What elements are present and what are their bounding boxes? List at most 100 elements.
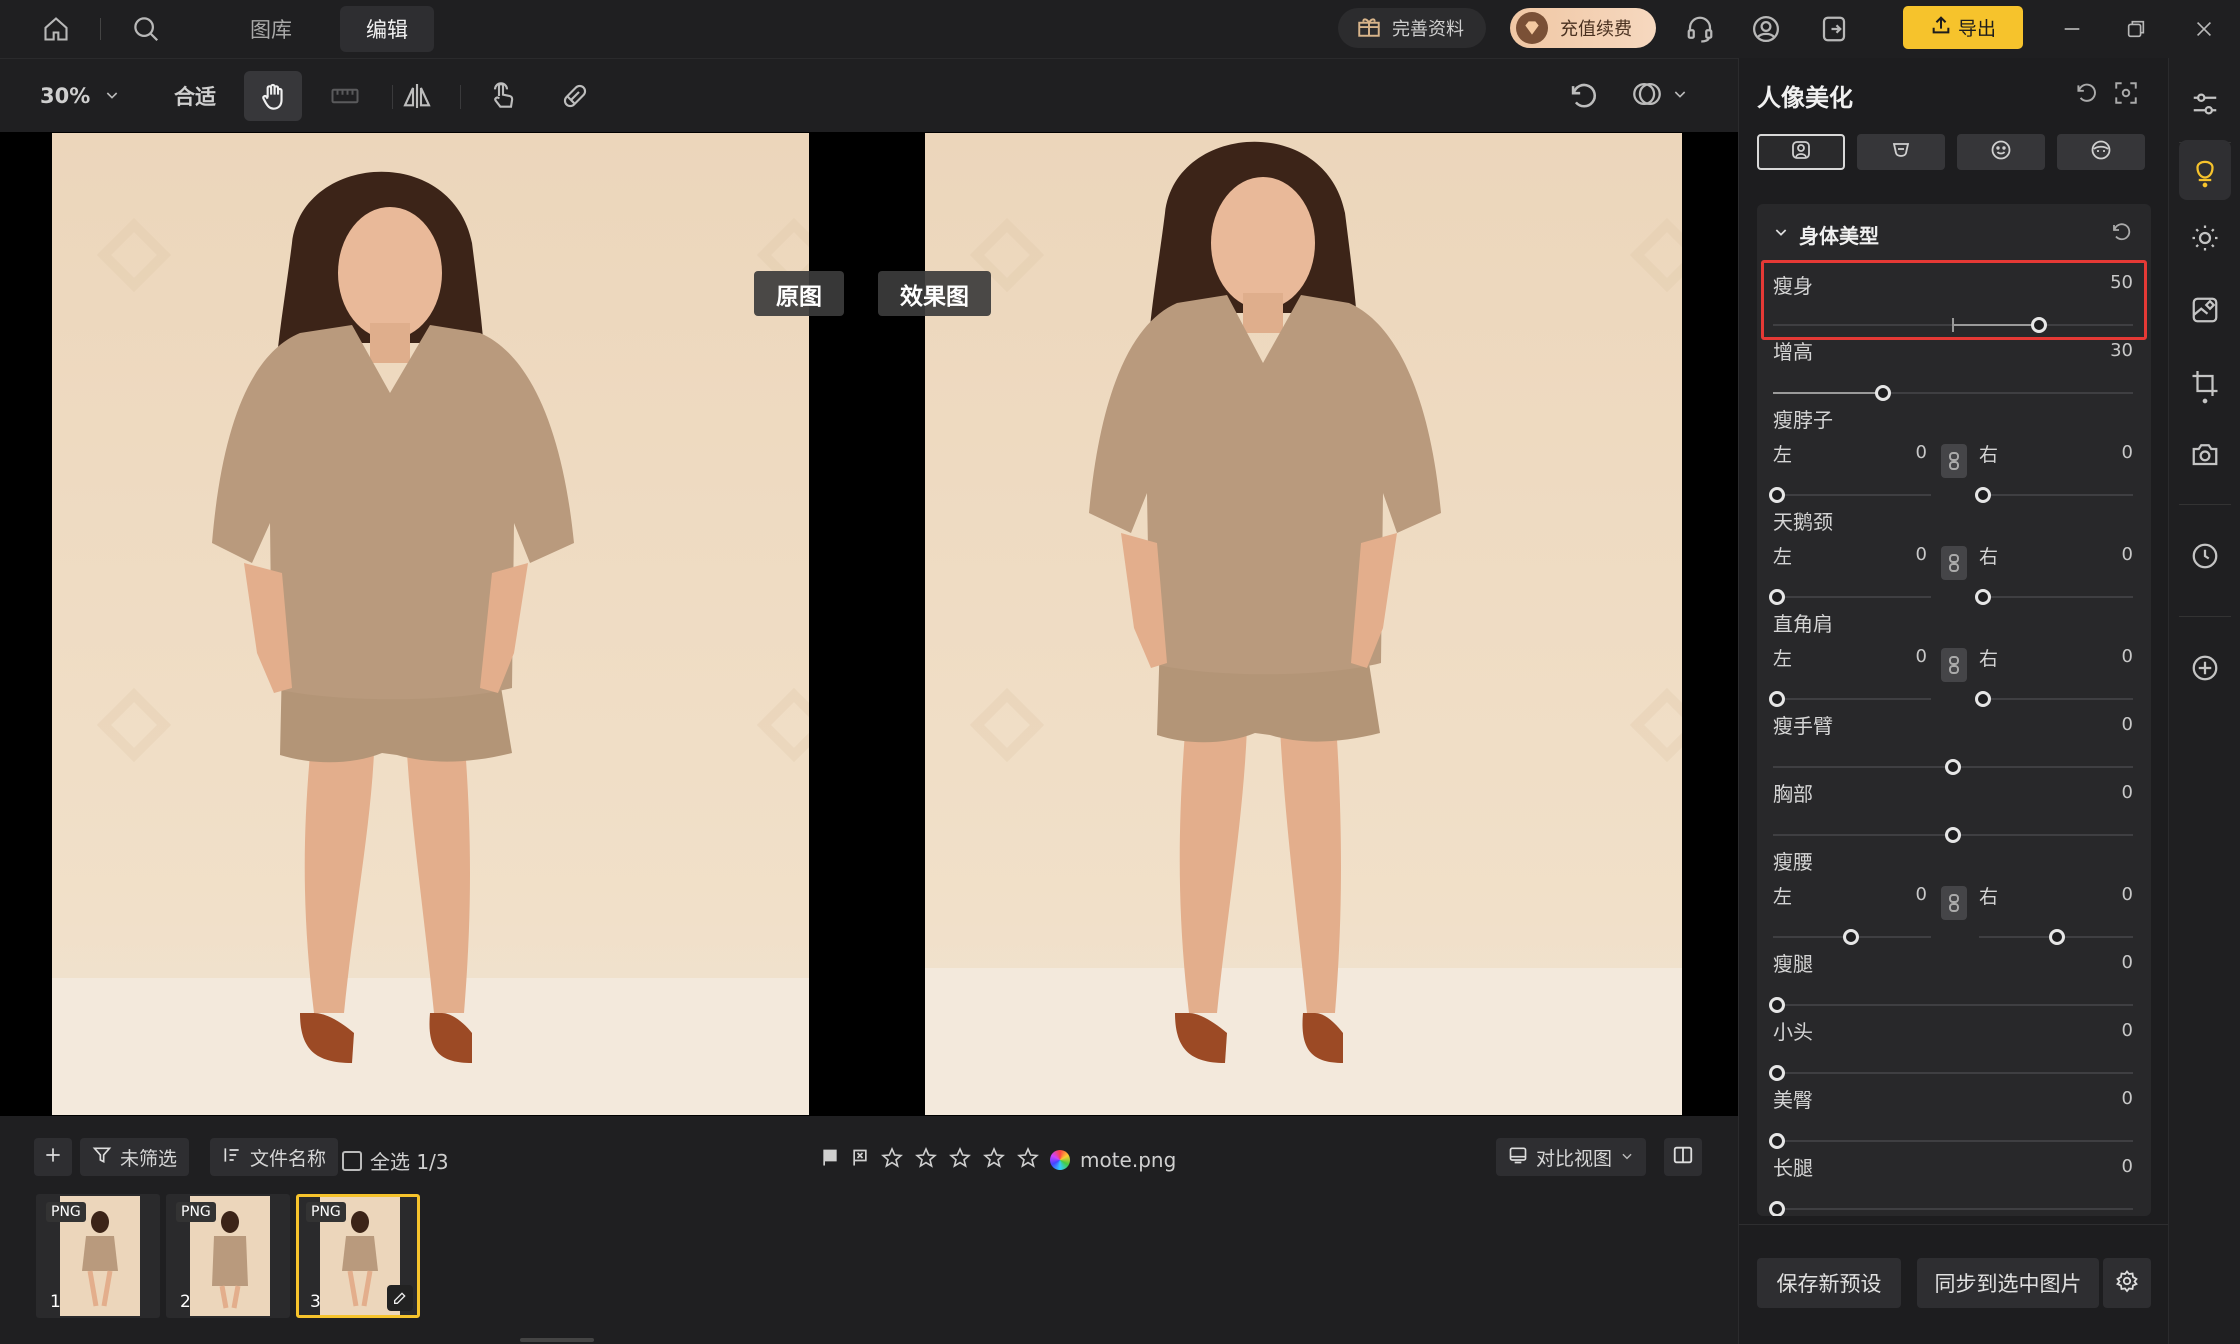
tab-edit[interactable]: 编辑	[340, 6, 434, 52]
camera-icon[interactable]	[2179, 428, 2231, 480]
tab-features[interactable]	[1957, 134, 2045, 170]
face-shape-icon	[1889, 138, 1913, 166]
slider-knob[interactable]	[1843, 929, 1859, 945]
portrait-beauty-icon[interactable]	[2179, 140, 2231, 200]
link-icon[interactable]	[1941, 444, 1967, 478]
close-icon[interactable]	[2184, 9, 2224, 49]
reject-flag-icon[interactable]	[850, 1148, 870, 1172]
user-icon[interactable]	[1746, 9, 1786, 49]
thumbnail-1[interactable]: PNG 1	[36, 1194, 160, 1318]
split-view-button[interactable]	[1664, 1138, 1702, 1176]
recharge-button[interactable]: 充值续费	[1510, 8, 1656, 48]
tab-body[interactable]	[1757, 134, 1845, 170]
slim-neck-right-slider[interactable]	[1979, 494, 2133, 496]
tab-gallery[interactable]: 图库	[224, 6, 318, 52]
link-icon[interactable]	[1941, 886, 1967, 920]
slider-knob[interactable]	[1975, 487, 1991, 503]
logout-icon[interactable]	[1814, 9, 1854, 49]
slider-knob[interactable]	[1769, 1201, 1785, 1216]
zoom-select[interactable]: 30%	[40, 59, 120, 133]
headset-icon[interactable]	[1680, 9, 1720, 49]
slider-knob[interactable]	[1769, 691, 1785, 707]
compare-view-select[interactable]: 对比视图	[1496, 1138, 1647, 1176]
hand-tool-icon[interactable]	[244, 71, 302, 121]
flag-icon[interactable]	[820, 1148, 840, 1172]
complete-profile-button[interactable]: 完善资料	[1338, 8, 1486, 48]
slider-knob[interactable]	[2031, 317, 2047, 333]
slider-knob[interactable]	[1945, 759, 1961, 775]
height-label: 增高	[1773, 340, 1813, 364]
filmstrip-scrollbar[interactable]	[520, 1338, 594, 1342]
chevron-down-icon[interactable]	[1773, 224, 1789, 244]
slider-knob[interactable]	[1769, 487, 1785, 503]
divider	[2179, 504, 2231, 505]
adjust-sliders-icon[interactable]	[2179, 78, 2231, 130]
minimize-icon[interactable]	[2052, 9, 2092, 49]
tab-face-shape[interactable]	[1857, 134, 1945, 170]
eraser-icon[interactable]	[546, 71, 604, 121]
star-icon-1[interactable]	[880, 1146, 904, 1174]
slider-knob[interactable]	[1975, 691, 1991, 707]
slider-knob[interactable]	[1975, 589, 1991, 605]
settings-button[interactable]	[2103, 1258, 2151, 1308]
left-label: 左	[1773, 546, 1793, 568]
color-label-icon[interactable]	[1050, 1150, 1070, 1170]
original-photo	[52, 133, 809, 1115]
overlay-select[interactable]	[1630, 59, 1688, 133]
long-leg-slider[interactable]	[1773, 1208, 2133, 1210]
brightness-icon[interactable]	[2179, 212, 2231, 264]
star-icon-3[interactable]	[948, 1146, 972, 1174]
add-circle-icon[interactable]	[2179, 642, 2231, 694]
left-label: 左	[1773, 444, 1793, 466]
link-icon[interactable]	[1941, 546, 1967, 580]
thumbnail-number: 1	[50, 1292, 61, 1312]
compare-icon[interactable]	[2113, 80, 2139, 110]
slim-neck-left-slider[interactable]	[1773, 494, 1931, 496]
crop-icon[interactable]	[2179, 356, 2231, 416]
add-image-button[interactable]	[34, 1138, 72, 1176]
slider-knob[interactable]	[1875, 385, 1891, 401]
section-reset-icon[interactable]	[2109, 220, 2133, 248]
thumbnail-3[interactable]: PNG 3	[296, 1194, 420, 1318]
swan-neck-left-slider[interactable]	[1773, 596, 1931, 598]
fit-button[interactable]: 合适	[174, 59, 216, 133]
slider-knob[interactable]	[1945, 827, 1961, 843]
sort-button[interactable]: 文件名称	[210, 1138, 339, 1176]
search-icon[interactable]	[126, 9, 166, 49]
link-icon[interactable]	[1941, 648, 1967, 682]
tab-makeup[interactable]	[2057, 134, 2145, 170]
filter-button[interactable]: 未筛选	[80, 1138, 190, 1176]
hip-slider[interactable]	[1773, 1140, 2133, 1142]
compare-canvas[interactable]: 原图 效果图	[0, 132, 1738, 1116]
slider-knob[interactable]	[1769, 1133, 1785, 1149]
home-icon[interactable]	[36, 9, 76, 49]
reset-icon[interactable]	[1554, 71, 1612, 121]
slim-leg-slider[interactable]	[1773, 1004, 2133, 1006]
slider-knob[interactable]	[1769, 589, 1785, 605]
edit-toolbar: 30% 合适	[0, 58, 1738, 132]
touch-icon[interactable]	[474, 71, 532, 121]
image-edit-icon[interactable]	[2179, 284, 2231, 336]
top-bar: 图库 编辑 完善资料 充值续费 导出	[0, 0, 2240, 58]
star-icon-4[interactable]	[982, 1146, 1006, 1174]
rating-bar: mote.png	[820, 1146, 1176, 1174]
square-shoulder-left-slider[interactable]	[1773, 698, 1931, 700]
sync-selected-button[interactable]: 同步到选中图片	[1917, 1258, 2099, 1308]
thumbnail-2[interactable]: PNG 2	[166, 1194, 290, 1318]
history-icon[interactable]	[2179, 530, 2231, 582]
export-button[interactable]: 导出	[1903, 6, 2023, 49]
flip-icon[interactable]	[388, 71, 446, 121]
swan-neck-right-slider[interactable]	[1979, 596, 2133, 598]
small-head-slider[interactable]	[1773, 1072, 2133, 1074]
select-all-checkbox[interactable]: 全选 1/3	[342, 1146, 449, 1175]
reset-icon[interactable]	[2073, 80, 2099, 110]
square-shoulder-right-slider[interactable]	[1979, 698, 2133, 700]
star-icon-2[interactable]	[914, 1146, 938, 1174]
slider-knob[interactable]	[2049, 929, 2065, 945]
slider-knob[interactable]	[1769, 1065, 1785, 1081]
slider-knob[interactable]	[1769, 997, 1785, 1013]
save-preset-button[interactable]: 保存新预设	[1757, 1258, 1901, 1308]
filter-label: 未筛选	[120, 1147, 178, 1170]
restore-window-icon[interactable]	[2116, 9, 2156, 49]
star-icon-5[interactable]	[1016, 1146, 1040, 1174]
